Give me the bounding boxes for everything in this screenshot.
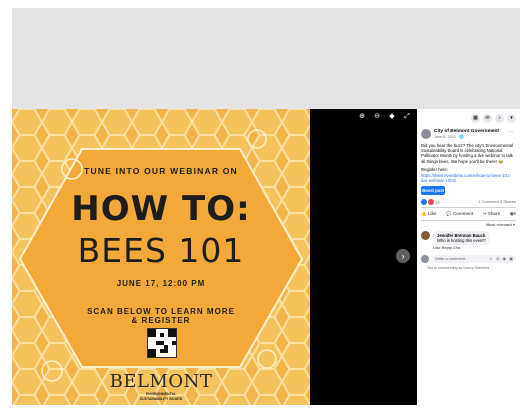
comment-tools-icons[interactable]: ☺ ◎ ◉ ▣: [489, 255, 514, 263]
post-sidebar: ▦ ✉ ♪ ▾ City of Belmont Government June …: [417, 109, 520, 405]
comment-sort-dropdown[interactable]: Most relevant ▾: [417, 221, 520, 228]
page-avatar[interactable]: [421, 129, 431, 139]
register-link[interactable]: https://www.eventbrite.com/e/how-to-bees…: [421, 173, 516, 184]
poster-cta-line1: SCAN BELOW TO LEARN MORE: [87, 307, 235, 316]
like-button[interactable]: 👍 Like: [421, 211, 436, 217]
event-poster: TUNE INTO OUR WEBINAR ON HOW TO: BEES 10…: [12, 109, 310, 405]
post-actions: 👍 Like 💬 Comment ↪ Share ◉▾: [417, 208, 520, 220]
viewer-toolbar: ⊕ ⊖ ◆ ⤢: [358, 113, 411, 121]
zoom-in-icon[interactable]: ⊕: [358, 113, 366, 121]
comment-label: Comment: [452, 211, 474, 217]
top-gray-area: [12, 8, 520, 109]
like-reaction-icon: [421, 199, 427, 206]
qr-code: [147, 328, 177, 358]
tag-icon[interactable]: ◆: [388, 113, 396, 121]
register-block: Register here: https://www.eventbrite.co…: [417, 164, 520, 183]
reaction-count: 19: [435, 199, 440, 205]
write-comment-row: Write a comment... ☺ ◎ ◉ ▣: [417, 251, 520, 263]
comment-text: Who is hosting this event?: [437, 237, 486, 243]
share-label: Share: [487, 211, 501, 217]
sidebar-topbar: ▦ ✉ ♪ ▾: [417, 109, 520, 125]
poster-title-line1: HOW TO:: [71, 189, 251, 229]
poster-title-line2: BEES 101: [77, 231, 245, 270]
messenger-icon[interactable]: ✉: [483, 113, 492, 123]
next-photo-button[interactable]: ›: [396, 249, 410, 263]
comment-item: Jennifer Brennan Bauch Who is hosting th…: [417, 228, 520, 246]
photo-viewer: TUNE INTO OUR WEBINAR ON HOW TO: BEES 10…: [12, 109, 417, 405]
globe-audience-icon[interactable]: ◉▾: [510, 211, 516, 217]
zoom-out-icon[interactable]: ⊖: [373, 113, 381, 121]
belmont-logo: BELMONT: [109, 371, 213, 392]
more-options-icon[interactable]: ···: [508, 129, 514, 137]
comment-bubble: Jennifer Brennan Bauch Who is hosting th…: [433, 230, 490, 246]
poster-tagline: TUNE INTO OUR WEBINAR ON: [84, 166, 238, 176]
chevron-right-icon: ›: [401, 251, 405, 261]
like-label: Like: [427, 211, 437, 217]
share-button[interactable]: ↪ Share: [483, 211, 500, 217]
post-date[interactable]: June 8, 2021 · 🌐: [434, 135, 499, 140]
commenter-avatar[interactable]: [421, 230, 430, 240]
boost-post-button[interactable]: Boost post: [421, 186, 445, 196]
reaction-summary[interactable]: 19: [421, 199, 440, 206]
love-reaction-icon: [428, 199, 434, 206]
user-avatar: [421, 254, 429, 263]
poster-date: JUNE 17, 12:00 PM: [116, 279, 206, 288]
comment-input[interactable]: Write a comment... ☺ ◎ ◉ ▣: [432, 254, 516, 263]
reactions-row: 19 1 Comment 3 Shares: [417, 195, 520, 207]
post-header: City of Belmont Government June 8, 2021 …: [417, 125, 520, 140]
bell-icon[interactable]: ♪: [495, 113, 504, 123]
logo-subtitle-1: ENVIRONMENTAL: [145, 392, 177, 396]
menu-grid-icon[interactable]: ▦: [471, 113, 480, 123]
poster-cta-line2: & REGISTER: [131, 316, 191, 325]
comment-placeholder: Write a comment...: [435, 255, 469, 261]
fullscreen-icon[interactable]: ⤢: [403, 113, 411, 121]
logo-subtitle-2: SUSTAINABILITY BOARD: [139, 397, 183, 401]
comments-shares[interactable]: 1 Comment 3 Shares: [478, 199, 516, 205]
account-caret-icon[interactable]: ▾: [507, 113, 516, 123]
commenting-as: You're commenting as Nancy Stamford: [427, 265, 490, 270]
comment-button[interactable]: 💬 Comment: [446, 211, 473, 217]
post-text: Did you hear the buzz? The city's Enviro…: [421, 142, 513, 164]
